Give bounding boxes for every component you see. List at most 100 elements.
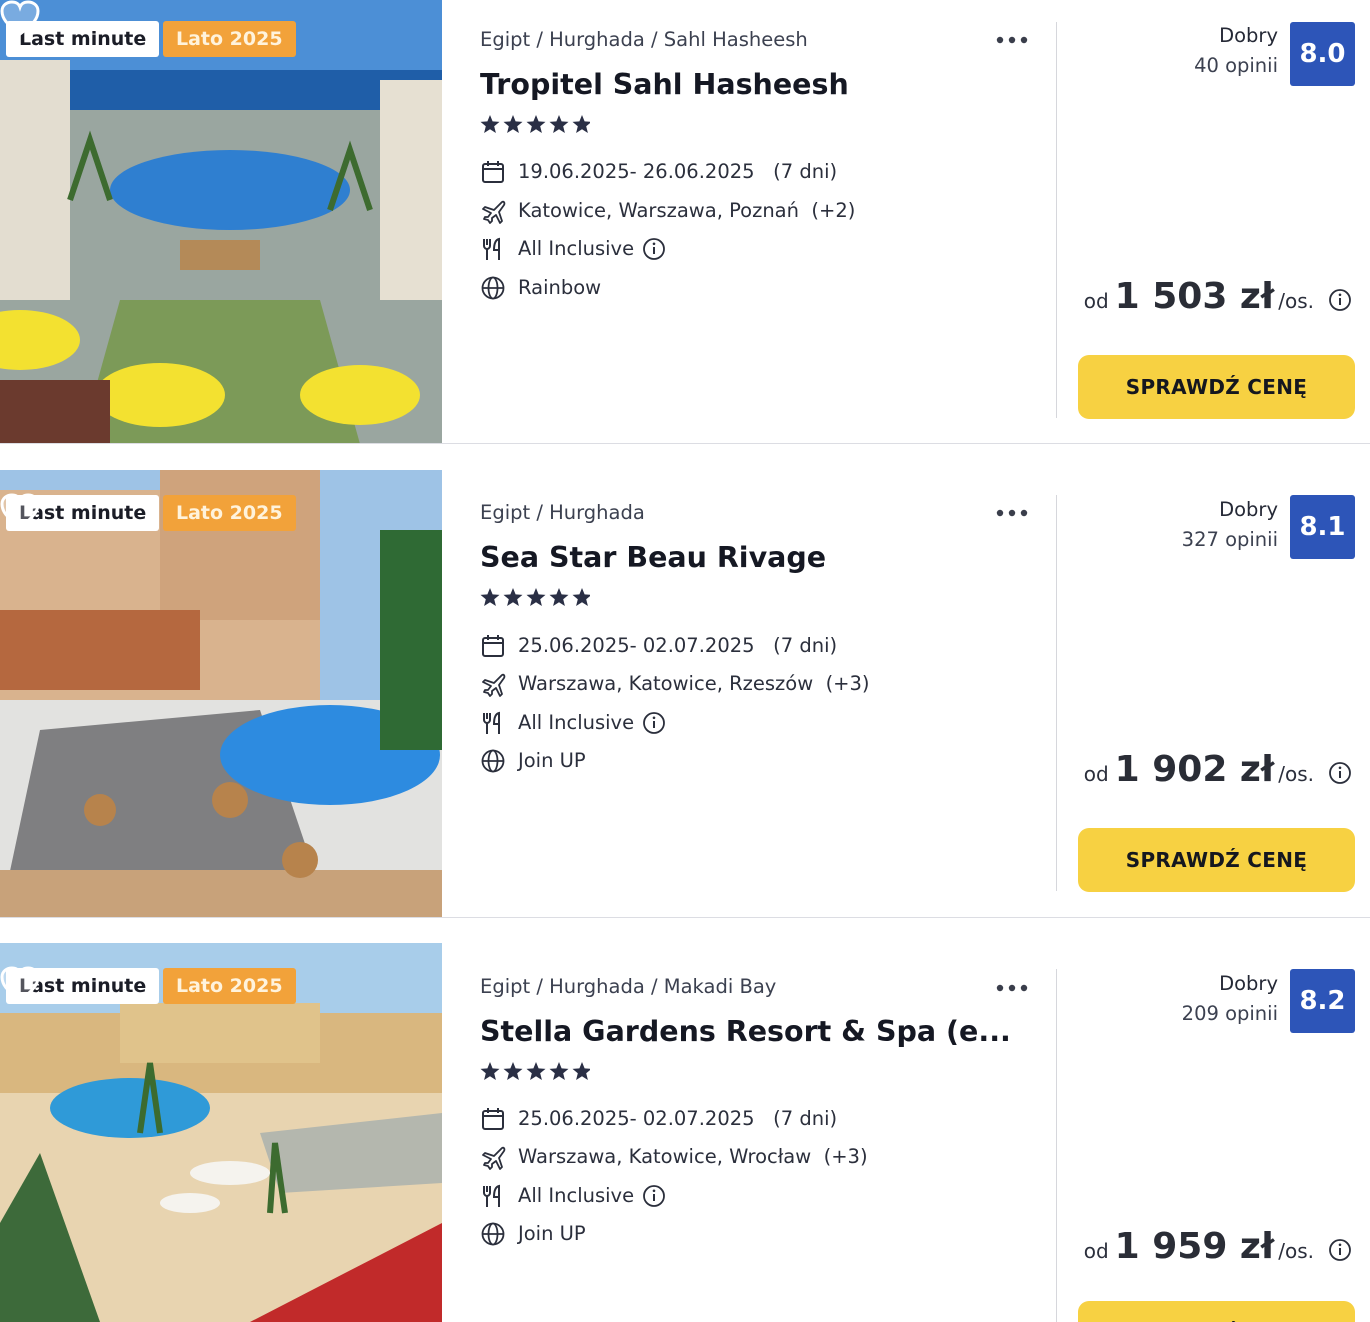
star-icon	[526, 588, 546, 606]
fork-knife-icon	[483, 1184, 500, 1207]
score-badge: 8.0	[1290, 22, 1355, 86]
reviews-count[interactable]: 209 opinii	[1182, 1002, 1278, 1025]
operator-row: Join UP	[480, 747, 680, 775]
price-unit: /os.	[1278, 289, 1314, 313]
more-dots-icon[interactable]	[994, 503, 1030, 523]
fork-knife-icon	[483, 711, 500, 734]
plane-icon	[482, 1146, 506, 1170]
reviews-count[interactable]: 327 opinii	[1182, 528, 1278, 551]
dates-row: 25.06.2025- 02.07.2025 (7 dni)	[480, 1105, 880, 1133]
globe-icon	[481, 276, 505, 300]
offer-card: Last minute Lato 2025 Egipt / Hurghada /…	[0, 0, 1370, 444]
star-icon	[572, 115, 590, 133]
departures-row: Katowice, Warszawa, Poznań (+2)	[480, 197, 900, 225]
price-amount: 1 503 zł	[1114, 276, 1275, 317]
plane-icon	[482, 200, 506, 224]
info-icon[interactable]	[1328, 1238, 1352, 1262]
divider	[1056, 495, 1057, 891]
breadcrumb[interactable]: Egipt / Hurghada / Makadi Bay	[480, 975, 776, 998]
info-icon[interactable]	[1328, 761, 1352, 785]
star-icon	[549, 1062, 569, 1080]
price-prefix: od	[1083, 289, 1109, 313]
plane-icon	[482, 673, 506, 697]
hotel-photo[interactable]: Last minute Lato 2025	[0, 470, 442, 918]
departures-row: Warszawa, Katowice, Rzeszów (+3)	[480, 670, 900, 698]
check-price-button[interactable]: SPRAWDŹ CENĘ	[1078, 355, 1355, 419]
season-badge: Lato 2025	[163, 21, 296, 57]
info-icon[interactable]	[1328, 288, 1352, 312]
departures-more[interactable]: (+2)	[811, 199, 855, 222]
divider	[1056, 22, 1057, 418]
board-row: All Inclusive	[480, 1182, 700, 1210]
hotel-name[interactable]: Stella Gardens Resort & Spa (e...	[480, 1015, 1011, 1048]
duration: (7 dni)	[773, 160, 838, 183]
check-price-button[interactable]: SPRAWDŹ CENĘ	[1078, 1301, 1355, 1322]
more-dots-icon[interactable]	[994, 978, 1030, 998]
price: od 1 503 zł/os.	[1084, 276, 1352, 326]
hotel-photo[interactable]: Last minute Lato 2025	[0, 0, 442, 444]
heart-icon[interactable]	[0, 0, 40, 38]
dates: 25.06.2025- 02.07.2025	[518, 1107, 755, 1130]
calendar-icon	[482, 161, 504, 183]
departure-cities: Warszawa, Katowice, Wrocław	[518, 1145, 812, 1168]
hotel-photo[interactable]: Last minute Lato 2025	[0, 943, 442, 1322]
breadcrumb[interactable]: Egipt / Hurghada	[480, 501, 645, 524]
price-amount: 1 902 zł	[1114, 749, 1275, 790]
heart-icon[interactable]	[0, 966, 40, 1004]
info-icon[interactable]	[642, 1184, 666, 1208]
info-icon[interactable]	[642, 237, 666, 261]
board-row: All Inclusive	[480, 709, 700, 737]
tour-operator: Join UP	[518, 749, 586, 772]
price: od 1 959 zł/os.	[1084, 1226, 1352, 1276]
tour-operator: Join UP	[518, 1222, 586, 1245]
departures-row: Warszawa, Katowice, Wrocław (+3)	[480, 1143, 900, 1171]
departures-more[interactable]: (+3)	[826, 672, 870, 695]
star-icon	[480, 1062, 500, 1080]
tour-operator: Rainbow	[518, 276, 602, 299]
star-icon	[572, 588, 590, 606]
hotel-name[interactable]: Tropitel Sahl Hasheesh	[480, 68, 849, 101]
price-prefix: od	[1083, 1239, 1109, 1263]
board-type: All Inclusive	[518, 711, 635, 734]
board-type: All Inclusive	[518, 237, 635, 260]
dates-row: 19.06.2025- 26.06.2025 (7 dni)	[480, 158, 880, 186]
operator-row: Join UP	[480, 1220, 680, 1248]
departures-more[interactable]: (+3)	[824, 1145, 868, 1168]
card-separator	[0, 917, 1370, 918]
info-icon[interactable]	[642, 711, 666, 735]
star-icon	[549, 115, 569, 133]
score-badge: 8.2	[1290, 969, 1355, 1033]
star-icon	[480, 588, 500, 606]
star-rating	[480, 588, 590, 606]
offer-card: Last minute Lato 2025 Egipt / Hurghada S…	[0, 470, 1370, 918]
star-icon	[503, 588, 523, 606]
globe-icon	[481, 749, 505, 773]
price-prefix: od	[1083, 762, 1109, 786]
price-unit: /os.	[1278, 1239, 1314, 1263]
check-price-button[interactable]: SPRAWDŹ CENĘ	[1078, 828, 1355, 892]
globe-icon	[481, 1222, 505, 1246]
star-icon	[549, 588, 569, 606]
breadcrumb[interactable]: Egipt / Hurghada / Sahl Hasheesh	[480, 28, 808, 51]
card-separator	[0, 443, 1370, 444]
offer-card: Last minute Lato 2025 Egipt / Hurghada /…	[0, 943, 1370, 1322]
board-type: All Inclusive	[518, 1184, 635, 1207]
score-badge: 8.1	[1290, 495, 1355, 559]
season-badge: Lato 2025	[163, 495, 296, 531]
dates-row: 25.06.2025- 02.07.2025 (7 dni)	[480, 632, 880, 660]
star-rating	[480, 1062, 590, 1080]
star-icon	[503, 115, 523, 133]
duration: (7 dni)	[773, 1107, 838, 1130]
more-dots-icon[interactable]	[994, 30, 1030, 50]
star-icon	[526, 115, 546, 133]
dates: 19.06.2025- 26.06.2025	[518, 160, 755, 183]
fork-knife-icon	[483, 237, 500, 260]
hotel-name[interactable]: Sea Star Beau Rivage	[480, 541, 826, 574]
reviews-count[interactable]: 40 opinii	[1194, 54, 1278, 77]
heart-icon[interactable]	[0, 493, 40, 531]
divider	[1056, 969, 1057, 1322]
dates: 25.06.2025- 02.07.2025	[518, 634, 755, 657]
calendar-icon	[482, 635, 504, 657]
board-row: All Inclusive	[480, 235, 700, 263]
duration: (7 dni)	[773, 634, 838, 657]
